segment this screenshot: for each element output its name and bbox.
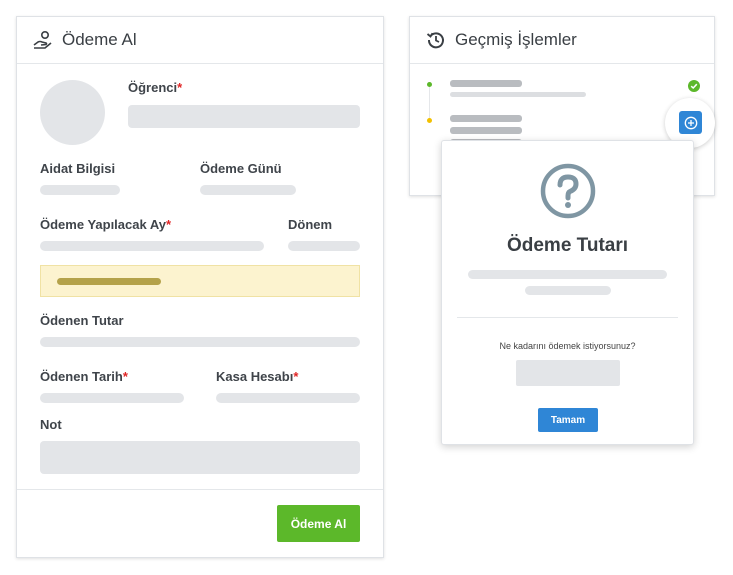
check-circle-icon <box>688 79 700 92</box>
month-field[interactable] <box>40 241 264 251</box>
payment-card: Ödeme Al Öğrenci* Aidat Bilgisi Ödeme Gü… <box>16 16 384 558</box>
dialog-divider <box>457 317 678 318</box>
question-circle-icon <box>539 162 597 220</box>
warning-text-bar <box>57 278 161 285</box>
dues-label: Aidat Bilgisi <box>40 161 116 176</box>
period-field[interactable] <box>288 241 360 251</box>
period-label: Dönem <box>288 217 333 232</box>
history-item-2-title-2 <box>450 127 522 134</box>
month-label: Ödeme Yapılacak Ay* <box>40 217 172 232</box>
dialog-prompt: Ne kadarını ödemek istiyorsunuz? <box>499 341 636 351</box>
history-item-1-title <box>450 80 522 87</box>
note-label: Not <box>40 417 62 432</box>
amount-input[interactable] <box>516 360 620 386</box>
payment-card-divider <box>17 489 383 490</box>
history-card-header: Geçmiş İşlemler <box>410 17 714 64</box>
plus-circle-icon[interactable] <box>679 111 702 134</box>
history-item-2-title <box>450 115 522 122</box>
dialog-text-line-2 <box>525 286 611 295</box>
history-icon <box>425 29 447 51</box>
payment-day-label: Ödeme Günü <box>200 161 282 176</box>
paid-date-field[interactable] <box>40 393 184 403</box>
paid-date-label: Ödenen Tarih* <box>40 369 128 384</box>
dialog-text-line-1 <box>468 270 667 279</box>
student-field[interactable] <box>128 105 360 128</box>
student-avatar[interactable] <box>40 80 105 145</box>
payment-card-header: Ödeme Al <box>17 17 383 64</box>
note-field[interactable] <box>40 441 360 474</box>
payment-amount-dialog: Ödeme Tutarı Ne kadarını ödemek istiyors… <box>441 140 694 445</box>
warning-box <box>40 265 360 297</box>
submit-payment-button[interactable]: Ödeme Al <box>277 505 360 542</box>
paid-amount-label: Ödenen Tutar <box>40 313 124 328</box>
cash-account-label: Kasa Hesabı* <box>216 369 299 384</box>
timeline-dot-yellow <box>427 118 432 123</box>
confirm-button[interactable]: Tamam <box>538 408 598 432</box>
dialog-title: Ödeme Tutarı <box>506 235 629 256</box>
paid-amount-field[interactable] <box>40 337 360 347</box>
student-label: Öğrenci* <box>128 80 183 95</box>
dues-value <box>40 185 120 195</box>
hand-coin-icon <box>32 29 54 51</box>
history-item-1-sub <box>450 92 586 97</box>
cash-account-field[interactable] <box>216 393 360 403</box>
timeline-line <box>429 87 430 119</box>
payment-card-title: Ödeme Al <box>62 30 137 49</box>
payment-day-value <box>200 185 296 195</box>
history-card-title: Geçmiş İşlemler <box>455 30 577 49</box>
timeline-dot-green <box>427 82 432 87</box>
